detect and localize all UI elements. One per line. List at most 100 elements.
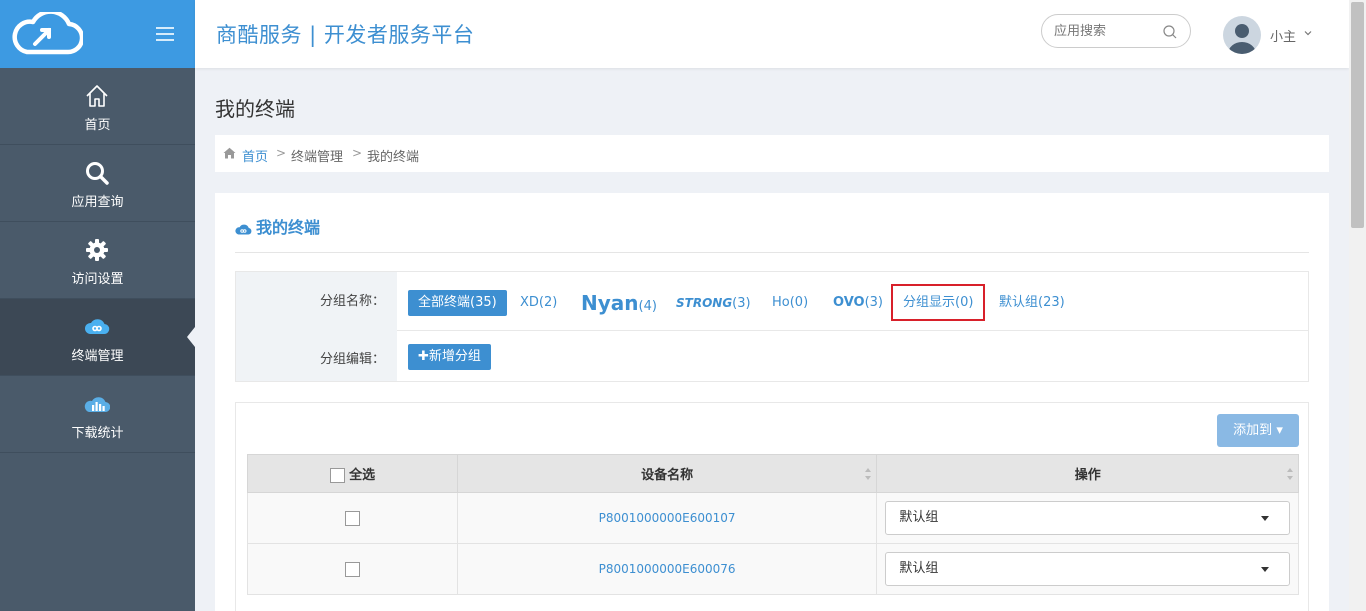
device-name-cell[interactable]: P8001000000E600076 <box>456 543 878 595</box>
action-header-label: 操作 <box>1074 468 1101 483</box>
group-name: OVO <box>833 295 865 310</box>
search-box <box>1041 14 1191 48</box>
add-to-label: 添加到 <box>1233 423 1273 438</box>
breadcrumb: 首页 > 终端管理 > 我的终端 <box>215 135 1329 172</box>
group-name: Ho <box>772 295 790 310</box>
card-title: 我的终端 <box>235 214 320 238</box>
group-tab-all[interactable]: 全部终端(35) <box>408 290 507 316</box>
group-select-value: 默认组 <box>899 561 939 576</box>
group-count: (23) <box>1038 295 1065 310</box>
menu-toggle-icon[interactable] <box>156 27 174 41</box>
group-tab-strong[interactable]: STRONG(3) <box>676 290 751 316</box>
sort-icon[interactable] <box>864 466 872 482</box>
group-name: Nyan <box>581 291 639 315</box>
table-row: P8001000000E600076 默认组 <box>247 543 1299 595</box>
card-title-text: 我的终端 <box>256 218 321 237</box>
bar-chart-cloud-icon <box>84 397 110 413</box>
group-count: (3) <box>732 296 751 311</box>
divider <box>397 330 1308 331</box>
group-select-value: 默认组 <box>899 510 939 525</box>
sidebar-item-label: 下载统计 <box>71 426 124 441</box>
search-icon[interactable] <box>1162 24 1178 40</box>
action-cell: 默认组 <box>876 492 1299 544</box>
logo-bar <box>0 0 195 68</box>
search-icon <box>86 162 109 185</box>
add-to-dropdown-button[interactable]: 添加到 ▾ <box>1217 414 1299 447</box>
user-name[interactable]: 小主 <box>1270 26 1296 45</box>
group-tab-ho[interactable]: Ho(0) <box>772 290 808 316</box>
row-select-cell <box>247 543 458 595</box>
home-icon <box>223 147 236 159</box>
cloud-link-icon <box>84 319 110 335</box>
group-name: 全部终端 <box>418 295 471 310</box>
select-all-label: 全选 <box>349 468 376 483</box>
caret-down-icon <box>1261 516 1269 521</box>
device-name-cell[interactable]: P8001000000E600107 <box>456 492 878 544</box>
chevron-down-icon[interactable] <box>1303 28 1313 38</box>
sort-icon[interactable] <box>1286 466 1294 482</box>
group-count: (2) <box>538 295 558 310</box>
group-tab-xd[interactable]: XD(2) <box>520 290 557 316</box>
group-count: (0) <box>789 295 809 310</box>
action-header[interactable]: 操作 <box>876 454 1299 493</box>
group-count: (0) <box>955 295 974 310</box>
sidebar-item-label: 访问设置 <box>71 272 124 287</box>
avatar[interactable] <box>1223 16 1261 54</box>
row-checkbox[interactable] <box>344 561 360 577</box>
breadcrumb-home[interactable]: 首页 <box>242 146 268 165</box>
row-select-cell <box>247 492 458 544</box>
breadcrumb-separator: > <box>276 146 287 160</box>
page-scrollbar[interactable] <box>1349 0 1366 611</box>
group-tab-group-display[interactable]: 分组显示(0) <box>891 284 986 321</box>
group-name: 分组显示 <box>903 295 956 310</box>
sidebar-item-terminal-management[interactable]: 终端管理 <box>0 299 195 376</box>
group-filter-panel: 分组名称： 分组编辑： 全部终端(35) XD(2) Nyan(4) STRON… <box>235 271 1309 382</box>
caret-down-icon: ▾ <box>1276 423 1283 438</box>
group-edit-label: 分组编辑： <box>319 352 385 367</box>
group-name: 默认组 <box>999 295 1039 310</box>
row-checkbox[interactable] <box>344 510 360 526</box>
sidebar-item-access-settings[interactable]: 访问设置 <box>0 222 195 299</box>
sidebar-item-label: 首页 <box>84 118 111 133</box>
sidebar-item-label: 终端管理 <box>71 349 124 364</box>
divider <box>235 252 1309 253</box>
group-tab-ovo[interactable]: OVO(3) <box>833 290 883 316</box>
group-count: (3) <box>864 295 884 310</box>
scrollbar-thumb[interactable] <box>1351 2 1364 228</box>
group-count: (4) <box>638 299 657 314</box>
group-select[interactable]: 默认组 <box>885 501 1290 535</box>
sidebar-item-home[interactable]: 首页 <box>0 68 195 145</box>
cloud-link-icon <box>235 224 252 234</box>
group-tab-nyan[interactable]: Nyan(4) <box>581 290 657 316</box>
select-all-checkbox[interactable] <box>329 468 345 483</box>
device-table: 全选 设备名称 操作 P8001000000E600107 默认组 P80010… <box>247 454 1299 595</box>
group-name-label: 分组名称： <box>319 294 385 309</box>
device-name-header-label: 设备名称 <box>641 468 694 483</box>
group-name: XD <box>520 295 539 310</box>
home-icon <box>86 85 108 107</box>
cloud-logo-icon[interactable] <box>9 12 83 56</box>
add-group-button[interactable]: ✚新增分组 <box>408 344 491 370</box>
add-group-label: 新增分组 <box>428 349 481 364</box>
search-input[interactable] <box>1054 22 1154 40</box>
sidebar-item-app-query[interactable]: 应用查询 <box>0 145 195 222</box>
group-select[interactable]: 默认组 <box>885 552 1290 586</box>
topbar: 商酷服务 | 开发者服务平台 小主 <box>195 0 1349 68</box>
sidebar-item-download-stats[interactable]: 下载统计 <box>0 376 195 453</box>
gear-icon <box>86 239 108 261</box>
terminal-card: 我的终端 分组名称： 分组编辑： 全部终端(35) XD(2) Nyan(4) … <box>215 193 1329 611</box>
filter-label-column: 分组名称： 分组编辑： <box>236 272 397 381</box>
table-header-row: 全选 设备名称 操作 <box>247 454 1299 493</box>
device-name-header[interactable]: 设备名称 <box>456 454 878 493</box>
group-count: (35) <box>470 295 497 310</box>
app-title: 商酷服务 | 开发者服务平台 <box>216 23 475 47</box>
page-title: 我的终端 <box>215 97 295 121</box>
action-cell: 默认组 <box>876 543 1299 595</box>
caret-down-icon <box>1261 567 1269 572</box>
sidebar-item-label: 应用查询 <box>71 195 124 210</box>
table-row: P8001000000E600107 默认组 <box>247 492 1299 544</box>
group-tab-default[interactable]: 默认组(23) <box>999 290 1065 316</box>
plus-icon: ✚ <box>418 349 429 364</box>
breadcrumb-terminal-management[interactable]: 终端管理 <box>291 146 343 165</box>
device-table-panel: 添加到 ▾ 全选 设备名称 操作 P8001000000E600107 默认组 … <box>235 402 1309 611</box>
